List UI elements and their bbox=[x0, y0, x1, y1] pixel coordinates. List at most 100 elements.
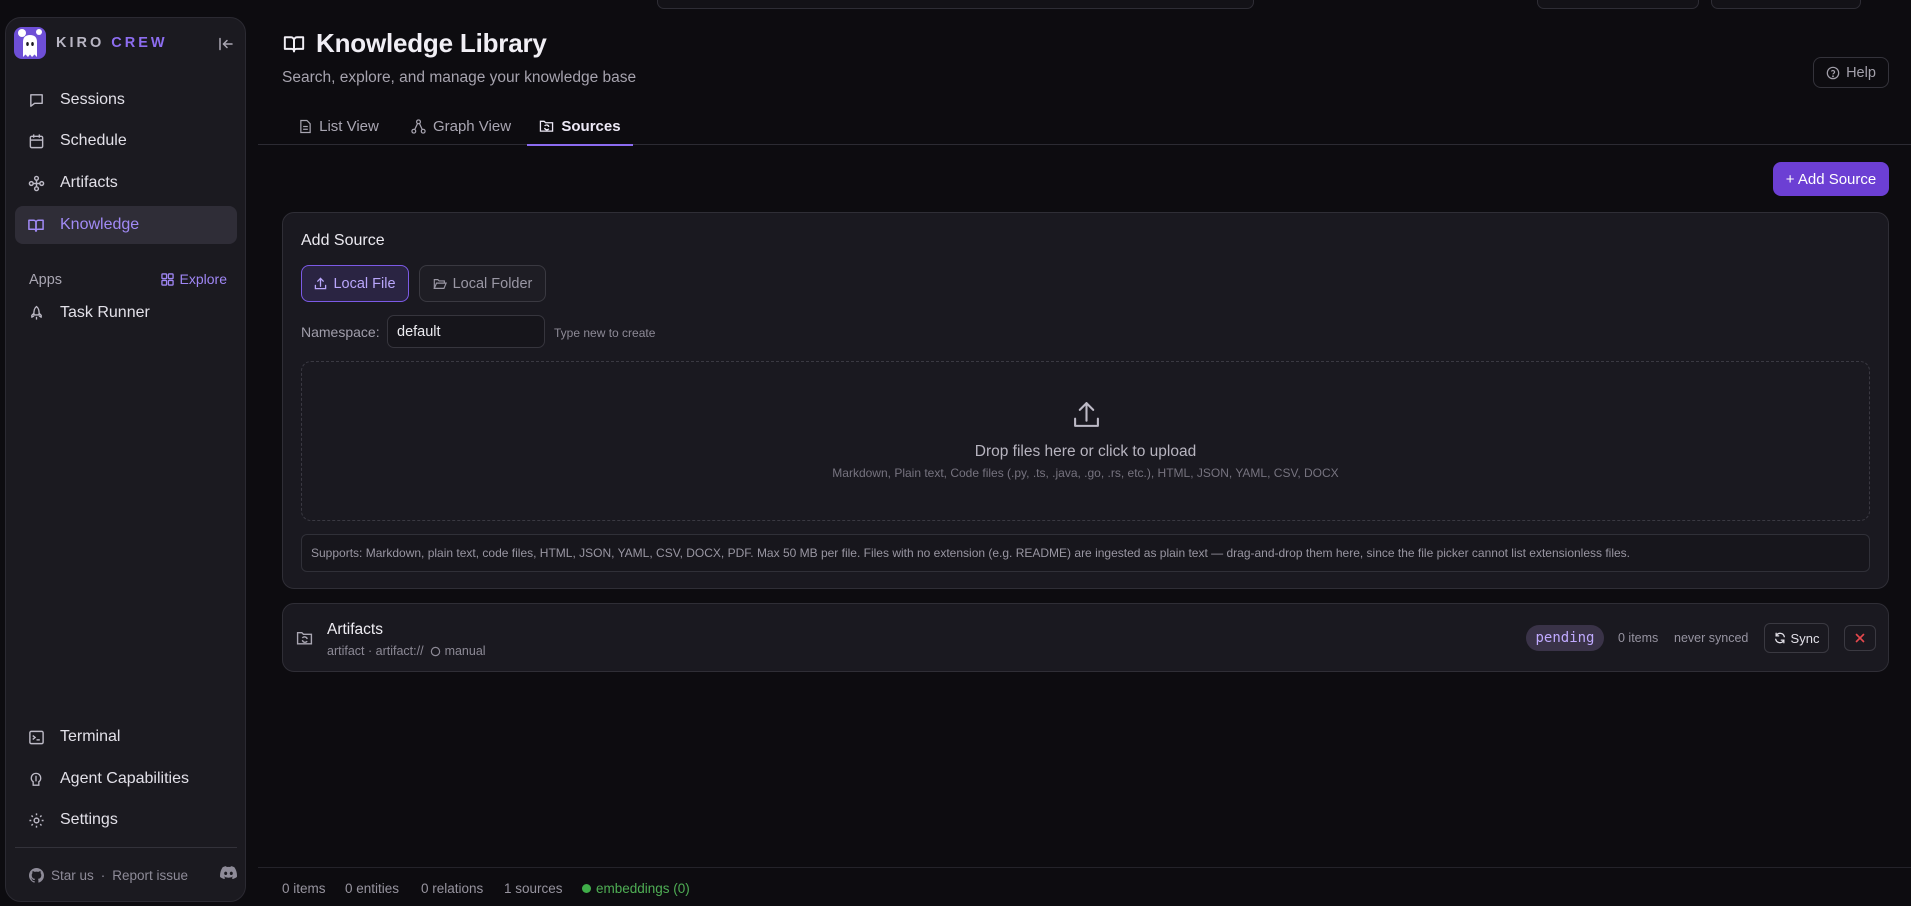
upload-icon bbox=[1074, 402, 1099, 427]
logo-icon bbox=[14, 27, 46, 59]
sidebar-item-label: Schedule bbox=[60, 132, 127, 149]
namespace-label: Namespace: bbox=[301, 324, 380, 340]
local-folder-label: Local Folder bbox=[452, 275, 533, 292]
file-dropzone[interactable]: Drop files here or click to upload Markd… bbox=[301, 361, 1870, 521]
status-embeddings: embeddings (0) bbox=[582, 881, 690, 896]
status-items: 0 items bbox=[282, 881, 326, 896]
brand-word-crew: CREW bbox=[111, 35, 168, 51]
sidebar-item-task-runner[interactable]: Task Runner bbox=[15, 294, 237, 332]
page-title: Knowledge Library bbox=[316, 28, 547, 58]
top-toolbar-control[interactable] bbox=[1537, 0, 1699, 9]
calendar-icon bbox=[27, 132, 45, 150]
source-name: Artifacts bbox=[327, 621, 383, 638]
sync-button[interactable]: Sync bbox=[1764, 623, 1829, 653]
rocket-icon bbox=[27, 304, 45, 322]
source-item-count: 0 items bbox=[1618, 631, 1659, 645]
app-window: KIRO CREW Sessions Schedule Artifacts Kn… bbox=[0, 0, 1911, 906]
local-file-button[interactable]: Local File bbox=[301, 265, 409, 302]
sidebar-item-label: Knowledge bbox=[60, 216, 140, 233]
explore-apps-link[interactable]: Explore bbox=[160, 271, 227, 287]
star-us-link[interactable]: Star us bbox=[51, 868, 94, 883]
terminal-icon bbox=[27, 728, 45, 746]
sidebar-item-label: Settings bbox=[60, 811, 118, 828]
brand-name: KIRO CREW bbox=[56, 35, 168, 51]
namespace-input[interactable] bbox=[387, 315, 545, 348]
source-mode-label: manual bbox=[444, 644, 486, 658]
help-button[interactable]: Help bbox=[1813, 57, 1889, 88]
report-issue-link[interactable]: Report issue bbox=[112, 868, 188, 883]
artifacts-icon bbox=[27, 174, 45, 192]
upload-icon bbox=[315, 277, 327, 290]
document-icon bbox=[300, 119, 311, 133]
tab-list-view[interactable]: List View bbox=[296, 107, 382, 145]
brand-word-kiro: KIRO bbox=[56, 35, 105, 51]
book-icon bbox=[27, 216, 45, 234]
local-folder-button[interactable]: Local Folder bbox=[419, 265, 546, 302]
source-sync-status: never synced bbox=[1674, 631, 1749, 645]
sidebar-item-label: Sessions bbox=[60, 91, 125, 108]
local-file-label: Local File bbox=[333, 275, 396, 292]
add-source-panel: Add Source Local File Local Folder Names… bbox=[282, 212, 1889, 589]
book-icon bbox=[283, 35, 305, 52]
sync-label: Sync bbox=[1790, 630, 1820, 646]
status-sources: 1 sources bbox=[504, 881, 563, 896]
sidebar: KIRO CREW Sessions Schedule Artifacts Kn… bbox=[5, 17, 246, 902]
source-meta: artifact · artifact:// manual bbox=[327, 644, 486, 658]
apps-section-label: Apps bbox=[29, 272, 63, 288]
dropzone-title: Drop files here or click to upload bbox=[974, 443, 1197, 460]
folder-sync-icon bbox=[296, 631, 313, 645]
close-icon bbox=[1855, 633, 1865, 643]
gear-icon bbox=[27, 811, 45, 829]
chat-bubble-icon bbox=[27, 91, 45, 109]
sidebar-footer: Star us · Report issue bbox=[29, 864, 237, 886]
delete-source-button[interactable] bbox=[1844, 625, 1876, 651]
status-entities: 0 entities bbox=[345, 881, 400, 896]
collapse-sidebar-button[interactable] bbox=[217, 35, 235, 53]
sidebar-divider bbox=[15, 847, 237, 848]
supports-note: Supports: Markdown, plain text, code fil… bbox=[301, 534, 1870, 572]
discord-icon[interactable] bbox=[220, 866, 237, 882]
source-row-artifacts: Artifacts artifact · artifact:// manual … bbox=[282, 603, 1889, 672]
sidebar-item-schedule[interactable]: Schedule bbox=[15, 122, 237, 160]
status-bar: 0 items 0 entities 0 relations 1 sources… bbox=[258, 867, 1911, 906]
tab-label: Sources bbox=[561, 117, 621, 135]
sidebar-item-label: Task Runner bbox=[60, 304, 150, 321]
tab-label: Graph View bbox=[432, 117, 512, 135]
tab-label: List View bbox=[319, 117, 379, 135]
refresh-icon bbox=[1774, 632, 1785, 644]
help-label: Help bbox=[1846, 64, 1876, 81]
global-search-bar[interactable] bbox=[657, 0, 1254, 9]
sidebar-item-label: Artifacts bbox=[60, 174, 118, 191]
sidebar-item-sessions[interactable]: Sessions bbox=[15, 81, 237, 119]
sidebar-item-agent-capabilities[interactable]: Agent Capabilities bbox=[15, 760, 237, 798]
circle-icon bbox=[430, 646, 440, 656]
sidebar-item-terminal[interactable]: Terminal bbox=[15, 718, 237, 756]
explore-label: Explore bbox=[179, 271, 227, 287]
page-subtitle: Search, explore, and manage your knowled… bbox=[282, 69, 637, 86]
page-header: Knowledge Library bbox=[282, 28, 547, 59]
source-mode: manual bbox=[430, 644, 486, 658]
sidebar-item-settings[interactable]: Settings bbox=[15, 801, 237, 839]
status-badge: pending bbox=[1526, 625, 1604, 651]
tab-graph-view[interactable]: Graph View bbox=[410, 107, 512, 145]
question-circle-icon bbox=[1826, 66, 1840, 79]
sidebar-item-label: Terminal bbox=[60, 728, 121, 745]
namespace-hint: Type new to create bbox=[554, 326, 656, 340]
footer-separator: · bbox=[100, 867, 106, 883]
embeddings-label: embeddings (0) bbox=[596, 881, 690, 896]
graph-icon bbox=[411, 118, 426, 134]
collapse-left-icon bbox=[219, 37, 233, 51]
grid-icon bbox=[160, 272, 174, 286]
sidebar-item-knowledge[interactable]: Knowledge bbox=[15, 206, 237, 244]
add-source-button[interactable]: + Add Source bbox=[1773, 162, 1889, 196]
top-toolbar-control[interactable] bbox=[1711, 0, 1861, 9]
tab-sources[interactable]: Sources bbox=[527, 107, 633, 146]
github-icon bbox=[29, 867, 44, 883]
status-relations: 0 relations bbox=[421, 881, 484, 896]
sidebar-item-label: Agent Capabilities bbox=[60, 770, 189, 787]
panel-title: Add Source bbox=[301, 232, 385, 249]
sidebar-item-artifacts[interactable]: Artifacts bbox=[15, 164, 237, 202]
source-type: artifact · artifact:// bbox=[327, 644, 424, 658]
brain-icon bbox=[27, 770, 45, 788]
dropzone-formats: Markdown, Plain text, Code files (.py, .… bbox=[832, 466, 1339, 480]
